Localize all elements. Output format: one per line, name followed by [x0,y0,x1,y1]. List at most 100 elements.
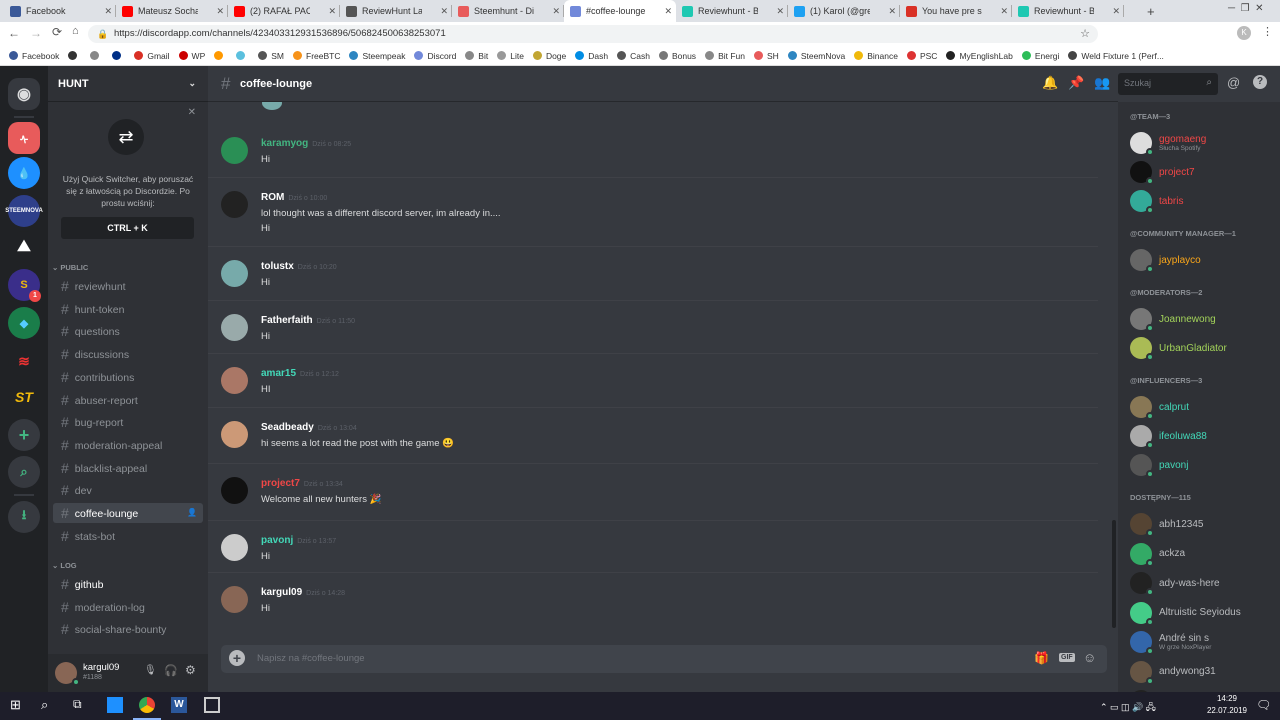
member-item[interactable]: ggomaeng Słucha Spotify [1130,130,1206,156]
browser-tab[interactable]: Reviewhunt - Build ✕ [1012,0,1124,22]
notifications-icon[interactable]: 🗨 [1256,698,1271,712]
member-item[interactable]: André sin sW grze NoxPlayer [1130,629,1211,655]
member-list-icon[interactable]: 👥 [1094,75,1110,91]
add-server-icon[interactable]: + [8,419,40,451]
close-icon[interactable]: ✕ [188,107,196,118]
profile-avatar[interactable]: K [1237,26,1251,40]
member-item[interactable]: jayplayco [1130,247,1201,273]
hunt-server-icon[interactable]: ᠰ [8,122,40,154]
tab-close-icon[interactable]: ✕ [216,6,224,17]
emoji-icon[interactable]: ☺ [1083,650,1096,665]
system-tray-icons[interactable]: ⌃ ▭ ◫ 🔊 🖧 [1100,700,1156,716]
download-icon[interactable]: ⭳ [8,501,40,533]
st-server-icon[interactable]: ST [8,381,40,413]
gif-icon[interactable]: GIF [1059,653,1075,662]
help-icon[interactable]: ? [1253,75,1267,89]
channel-item-abuser-report[interactable]: # abuser-report [53,390,203,410]
explorer-icon[interactable] [107,697,123,713]
bookmark-item[interactable] [236,51,249,60]
tab-close-icon[interactable]: ✕ [328,6,336,17]
message-author-name[interactable]: tolustx [261,261,294,272]
avatar[interactable] [221,477,248,504]
headphones-icon[interactable]: 🎧 [164,664,178,677]
chevron-down-icon[interactable]: ⌄ [188,78,196,89]
channel-item-discussions[interactable]: # discussions [53,344,203,364]
avatar[interactable] [221,137,248,164]
bookmark-item[interactable]: Steempeak [349,51,405,61]
diamond-server-icon[interactable]: ◆ [8,307,40,339]
category-public[interactable]: ⌄ PUBLIC [52,263,88,272]
message-author-name[interactable]: amar15 [261,368,296,379]
pin-icon[interactable]: 📌 [1068,75,1084,91]
bookmark-item[interactable]: Weld Fixture 1 (Perf... [1068,51,1164,61]
channel-item-social-share-bounty[interactable]: # social-share-bounty [53,619,203,639]
channel-item-moderation-log[interactable]: # moderation-log [53,597,203,617]
message-author-name[interactable]: Fatherfaith [261,315,313,326]
search-box[interactable]: Szukaj ⌕ [1118,73,1218,95]
member-item[interactable]: UrbanGladiator [1130,335,1227,361]
member-item[interactable]: Altruistic Seyiodus [1130,600,1241,626]
bookmark-item[interactable]: Binance [854,51,898,61]
mute-microphone-icon[interactable]: 🎙 [144,665,157,676]
avatar[interactable] [221,534,248,561]
tab-close-icon[interactable]: ✕ [776,6,784,17]
tab-close-icon[interactable]: ✕ [440,6,448,17]
channel-item-dev[interactable]: # dev [53,480,203,500]
avatar[interactable] [221,586,248,613]
bookmark-item[interactable]: Cash [617,51,650,61]
channel-item-coffee-lounge[interactable]: # coffee-lounge 👤 [53,503,203,523]
search-icon[interactable]: ⌕ [41,697,48,713]
bookmark-item[interactable] [112,51,125,60]
tab-close-icon[interactable]: ✕ [552,6,560,17]
forward-icon[interactable]: → [30,26,42,40]
steemnova-server-icon[interactable]: STEEMNOVA [5,195,43,227]
chrome-icon[interactable] [139,697,155,713]
member-item[interactable]: calprut [1130,394,1189,420]
bookmark-item[interactable] [214,51,227,60]
channel-item-stats-bot[interactable]: # stats-bot [53,526,203,546]
invite-icon[interactable]: 👤 [187,503,197,523]
bookmark-item[interactable]: Doge [532,51,566,61]
word-icon[interactable]: W [171,697,187,713]
search-servers-icon[interactable]: ⌕ [8,456,40,488]
member-item[interactable]: Joannewong [1130,306,1216,332]
browser-tab[interactable]: You have pre signe ✕ [900,0,1012,22]
bookmark-item[interactable]: Bonus [658,51,696,61]
avatar[interactable] [221,191,248,218]
message-author-name[interactable]: Seadbeady [261,422,314,433]
channel-item-contributions[interactable]: # contributions [53,367,203,387]
channel-item-bug-report[interactable]: # bug-report [53,412,203,432]
avatar[interactable] [221,314,248,341]
bookmark-item[interactable] [68,51,81,60]
tab-close-icon[interactable]: ✕ [104,6,112,17]
bookmark-item[interactable]: Discord [414,51,456,61]
bookmark-item[interactable]: Bit Fun [705,51,745,61]
channel-item-questions[interactable]: # questions [53,321,203,341]
member-item[interactable]: abh12345 [1130,511,1204,537]
back-icon[interactable]: ← [8,26,20,40]
message-author-name[interactable]: project7 [261,478,300,489]
window-controls[interactable]: ─ ❐ ✕ [1228,3,1264,14]
message-author-name[interactable]: pavonj [261,535,293,546]
upload-plus-icon[interactable]: + [229,650,245,666]
mountain-server-icon[interactable]: ⛰ [8,231,40,263]
bookmark-item[interactable]: FreeBTC [293,51,340,61]
channel-item-blacklist-appeal[interactable]: # blacklist-appeal [53,458,203,478]
bookmark-item[interactable]: SH [754,51,779,61]
member-item[interactable]: project7 [1130,159,1195,185]
new-tab-button[interactable]: + [1147,4,1155,19]
channel-item-github[interactable]: # github [53,574,203,594]
windows-start-icon[interactable]: ⊞ [10,697,21,713]
browser-tab[interactable]: Reviewhunt - Build ✕ [676,0,788,22]
server-header[interactable]: HUNT ⌄ [48,66,208,102]
reload-icon[interactable]: ⟳ [52,25,62,39]
channel-item-hunt-token[interactable]: # hunt-token [53,299,203,319]
gift-icon[interactable]: 🎁 [1034,651,1049,665]
url-field[interactable]: 🔒 https://discordapp.com/channels/423403… [88,25,1098,43]
browser-tab[interactable]: #coffee-lounge ✕ [564,0,676,22]
task-view-icon[interactable]: ⧉ [73,697,82,712]
avatar[interactable] [221,260,248,287]
category-log[interactable]: ⌄ LOG [52,561,77,570]
browser-tab[interactable]: ReviewHunt Launch ✕ [340,0,452,22]
droplet-server-icon[interactable]: 💧 [8,157,40,189]
